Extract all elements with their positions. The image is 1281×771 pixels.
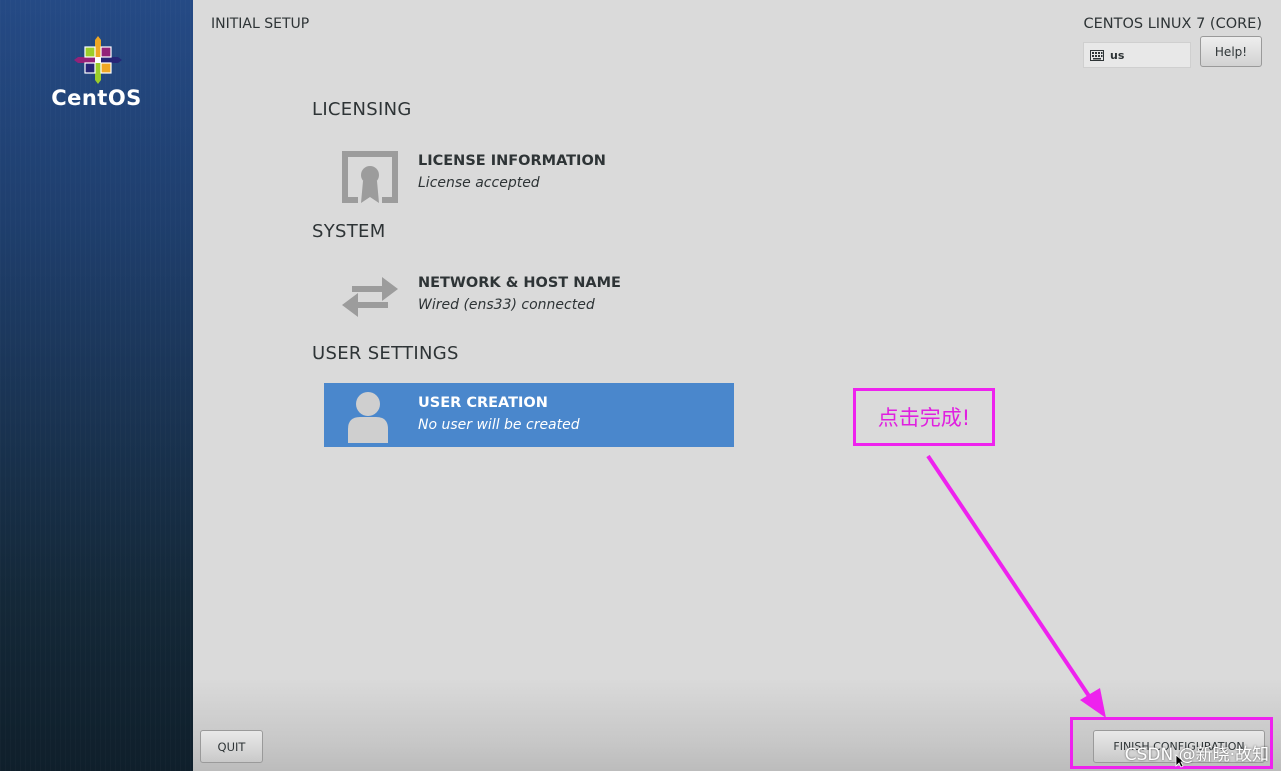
network-arrows-icon: [342, 277, 398, 317]
spoke-network-host-name[interactable]: NETWORK & HOST NAME Wired (ens33) connec…: [324, 263, 734, 327]
watermark: CSDN @新晓·故知: [1124, 745, 1269, 765]
keyboard-icon: [1090, 49, 1104, 61]
sidebar: CentOS: [0, 0, 194, 771]
spoke-title: LICENSE INFORMATION: [418, 153, 606, 169]
spoke-status: Wired (ens33) connected: [418, 297, 595, 313]
keyboard-layout-indicator[interactable]: us: [1083, 42, 1191, 68]
main-panel: INITIAL SETUP CENTOS LINUX 7 (CORE) us H…: [193, 0, 1281, 771]
spoke-title: NETWORK & HOST NAME: [418, 275, 621, 291]
section-header-system: SYSTEM: [312, 221, 386, 242]
centos-logo-icon: [74, 36, 122, 84]
section-header-user-settings: USER SETTINGS: [312, 343, 459, 364]
spoke-status: License accepted: [418, 175, 540, 191]
quit-button[interactable]: QUIT: [200, 730, 263, 763]
page-title: INITIAL SETUP: [211, 16, 310, 32]
keyboard-layout-label: us: [1110, 48, 1125, 62]
annotation-callout: 点击完成!: [853, 388, 995, 446]
user-icon: [348, 392, 388, 443]
spoke-user-creation[interactable]: USER CREATION No user will be created: [324, 383, 734, 447]
spoke-license-information[interactable]: LICENSE INFORMATION License accepted: [324, 141, 734, 205]
section-header-licensing: LICENSING: [312, 99, 412, 120]
spoke-status: No user will be created: [418, 417, 580, 433]
help-button[interactable]: Help!: [1200, 36, 1262, 67]
product-name: CENTOS LINUX 7 (CORE): [1083, 16, 1263, 32]
license-icon: [342, 151, 398, 203]
logo-text: CentOS: [51, 86, 142, 110]
spoke-title: USER CREATION: [418, 395, 548, 411]
